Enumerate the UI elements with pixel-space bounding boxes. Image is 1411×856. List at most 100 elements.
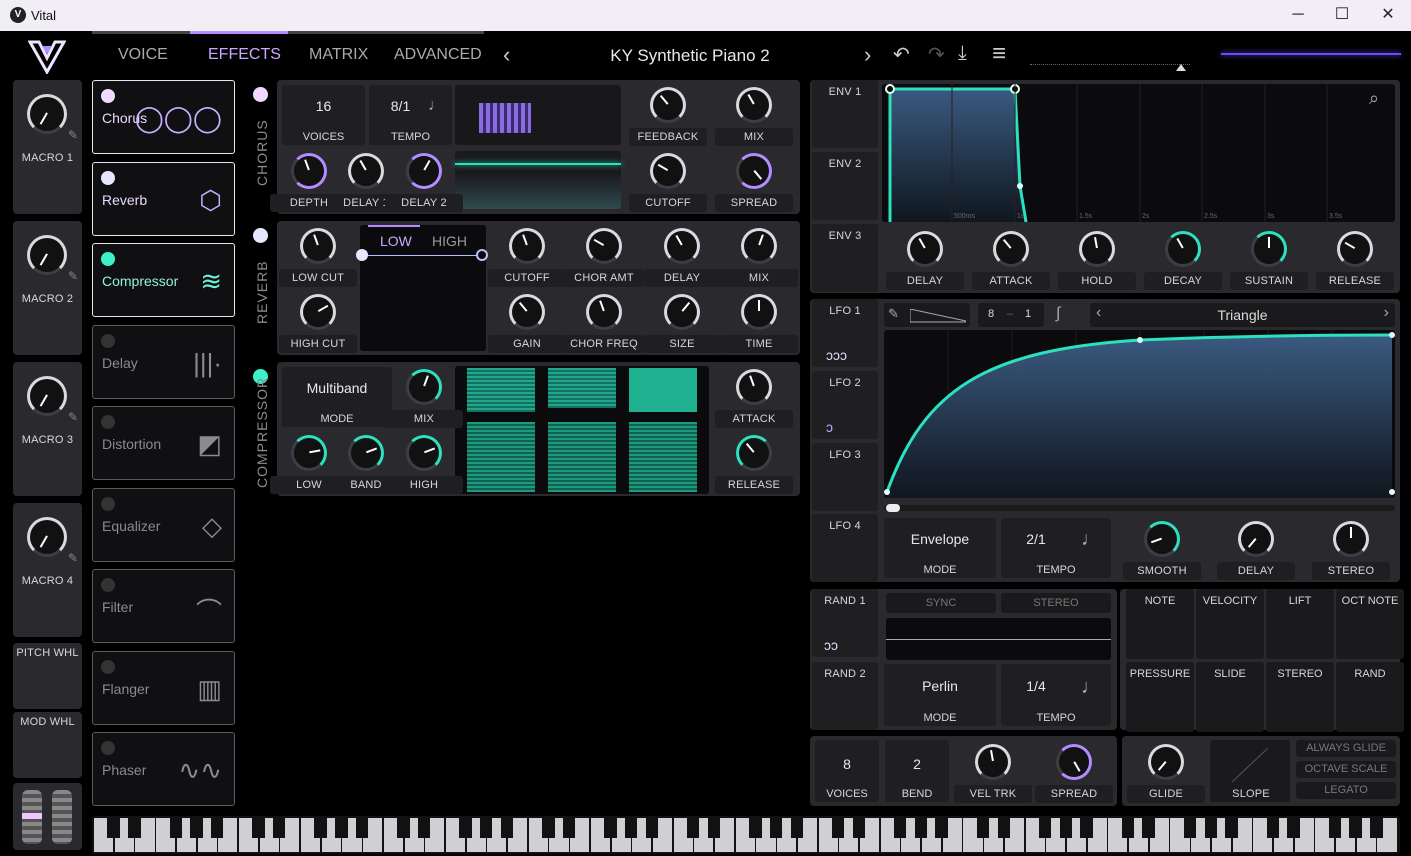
effect-power-toggle[interactable] — [101, 659, 115, 674]
piano-black-key[interactable] — [562, 818, 576, 838]
piano-black-key[interactable] — [459, 818, 472, 838]
env-decay-knob[interactable] — [1165, 231, 1201, 267]
piano-black-key[interactable] — [707, 818, 721, 838]
lfo-phase-slider[interactable] — [884, 504, 1395, 512]
macro-3[interactable]: MACRO 3 ✎ — [13, 362, 82, 496]
piano-black-key[interactable] — [1059, 818, 1073, 838]
reverb-gain-knob[interactable] — [509, 294, 545, 330]
effect-power-toggle[interactable] — [101, 252, 115, 266]
piano-black-key[interactable] — [604, 818, 617, 838]
chorus-mix-knob[interactable] — [736, 87, 772, 123]
chorus-feedback-knob[interactable] — [650, 87, 686, 123]
piano-black-key[interactable] — [273, 818, 286, 838]
reverb-high-cut-knob[interactable] — [300, 294, 336, 330]
compressor-attack-knob[interactable] — [736, 369, 772, 405]
mod-source-note[interactable]: NOTE — [1126, 589, 1194, 659]
piano-black-key[interactable] — [335, 818, 348, 838]
edit-icon[interactable]: ✎ — [68, 128, 78, 142]
compressor-high-knob[interactable] — [406, 435, 442, 471]
compressor-release-knob[interactable] — [736, 435, 772, 471]
mod-wheel[interactable] — [52, 790, 72, 844]
pencil-icon[interactable]: ✎ — [888, 306, 899, 322]
compressor-low-knob[interactable] — [291, 435, 327, 471]
preset-name[interactable]: KY Synthetic Piano 2 — [540, 46, 840, 66]
macro-1[interactable]: MACRO 1 ✎ — [13, 80, 82, 214]
tab-matrix[interactable]: MATRIX — [309, 46, 368, 64]
random-sync-button[interactable]: SYNC — [886, 593, 996, 613]
effect-power-toggle[interactable] — [101, 741, 115, 755]
always-glide-button[interactable]: ALWAYS GLIDE — [1296, 740, 1396, 757]
macro-knob[interactable] — [27, 376, 67, 416]
lfo-paint-tool[interactable]: ✎ — [884, 303, 970, 327]
reverb-tab-high[interactable]: HIGH — [432, 233, 467, 249]
piano-black-key[interactable] — [914, 818, 928, 838]
macro-knob[interactable] — [27, 94, 67, 134]
lfo-tab-2[interactable]: LFO 2 ↄ — [812, 371, 878, 439]
tab-voice[interactable]: VOICE — [118, 46, 168, 64]
effect-slot-delay[interactable]: Delay |||· — [92, 324, 235, 399]
reverb-time-knob[interactable] — [741, 294, 777, 330]
legato-button[interactable]: LEGATO — [1296, 782, 1396, 799]
voice-count[interactable]: 8 VOICES — [815, 740, 879, 802]
piano-black-key[interactable] — [831, 818, 845, 838]
macro-4[interactable]: MACRO 4 ✎ — [13, 503, 82, 637]
rand-tab-1[interactable]: RAND 1 ↄↄ — [812, 589, 878, 657]
random-tempo[interactable]: 1/4 ♩ TEMPO — [1001, 664, 1111, 726]
env-tab-2[interactable]: ENV 2 — [812, 152, 878, 220]
macro-knob[interactable] — [27, 517, 67, 557]
chorus-delay2-knob[interactable] — [406, 153, 442, 189]
envelope-graph[interactable]: 500ms 1s 1.5s 2s 2.5s 3s 3.5s ⌕ — [882, 84, 1395, 222]
close-button[interactable]: ✕ — [1368, 4, 1408, 26]
mod-source-pressure[interactable]: PRESSURE — [1126, 662, 1194, 732]
lfo-delay-knob[interactable] — [1238, 521, 1274, 557]
edit-icon[interactable]: ✎ — [68, 410, 78, 424]
lfo-smooth-knob[interactable] — [1144, 521, 1180, 557]
piano-black-key[interactable] — [252, 818, 265, 838]
effect-power-toggle[interactable] — [101, 333, 115, 348]
lfo-smooth-curve-icon[interactable]: ∫ — [1056, 305, 1060, 323]
note-icon[interactable]: ♩ — [1081, 528, 1101, 551]
effect-power-toggle[interactable] — [101, 89, 115, 103]
chorus-depth-knob[interactable] — [291, 153, 327, 189]
piano-black-key[interactable] — [852, 818, 866, 838]
piano-black-key[interactable] — [1328, 818, 1342, 838]
chorus-voices[interactable]: 16 VOICES — [282, 85, 365, 145]
piano-black-key[interactable] — [1038, 818, 1052, 838]
piano-black-key[interactable] — [997, 818, 1010, 838]
mod-source-oct-note[interactable]: OCT NOTE — [1336, 589, 1404, 659]
lfo-stereo-knob[interactable] — [1333, 521, 1369, 557]
pitch-wheel-panel[interactable]: PITCH WHL — [13, 643, 82, 709]
reverb-cutoff-knob[interactable] — [509, 228, 545, 264]
mod-source-lift[interactable]: LIFT — [1266, 589, 1334, 659]
volume-meter[interactable] — [1030, 64, 1190, 70]
note-icon[interactable]: ♩ — [1081, 676, 1101, 699]
piano-black-key[interactable] — [790, 818, 803, 838]
piano-black-key[interactable] — [976, 818, 990, 838]
minimize-button[interactable]: ─ — [1278, 4, 1318, 26]
effect-power-toggle[interactable] — [101, 578, 115, 592]
chorus-cutoff-knob[interactable] — [650, 153, 686, 189]
piano-black-key[interactable] — [645, 818, 659, 838]
env-tab-3[interactable]: ENV 3 — [812, 224, 878, 292]
macro-2[interactable]: MACRO 2 ✎ — [13, 221, 82, 355]
piano-black-key[interactable] — [1121, 818, 1135, 838]
chorus-tempo[interactable]: 8/1 ♩ TEMPO — [369, 85, 452, 145]
lfo-tab-1[interactable]: LFO 1 ↄↄↄ — [812, 299, 878, 367]
effect-power-toggle[interactable] — [101, 496, 115, 511]
piano-black-key[interactable] — [1080, 818, 1093, 838]
effect-slot-flanger[interactable]: Flanger ▥ — [92, 650, 235, 725]
piano-black-key[interactable] — [749, 818, 762, 838]
effect-slot-reverb[interactable]: Reverb ⬡ — [92, 161, 235, 236]
piano-black-key[interactable] — [624, 818, 638, 838]
env-tab-1[interactable]: ENV 1 — [812, 80, 878, 148]
piano-black-key[interactable] — [1370, 818, 1383, 838]
lfo-tempo[interactable]: 2/1 ♩ TEMPO — [1001, 518, 1111, 578]
mod-source-stereo[interactable]: STEREO — [1266, 662, 1334, 732]
compressor-band-knob[interactable] — [348, 435, 384, 471]
menu-icon[interactable]: ≡ — [992, 40, 1006, 68]
lfo-graph[interactable] — [884, 330, 1395, 498]
effect-power-toggle[interactable] — [101, 415, 115, 429]
redo-icon[interactable]: ↷ — [928, 42, 945, 67]
lfo-tab-3[interactable]: LFO 3 — [812, 443, 878, 511]
env-release-knob[interactable] — [1337, 231, 1373, 267]
